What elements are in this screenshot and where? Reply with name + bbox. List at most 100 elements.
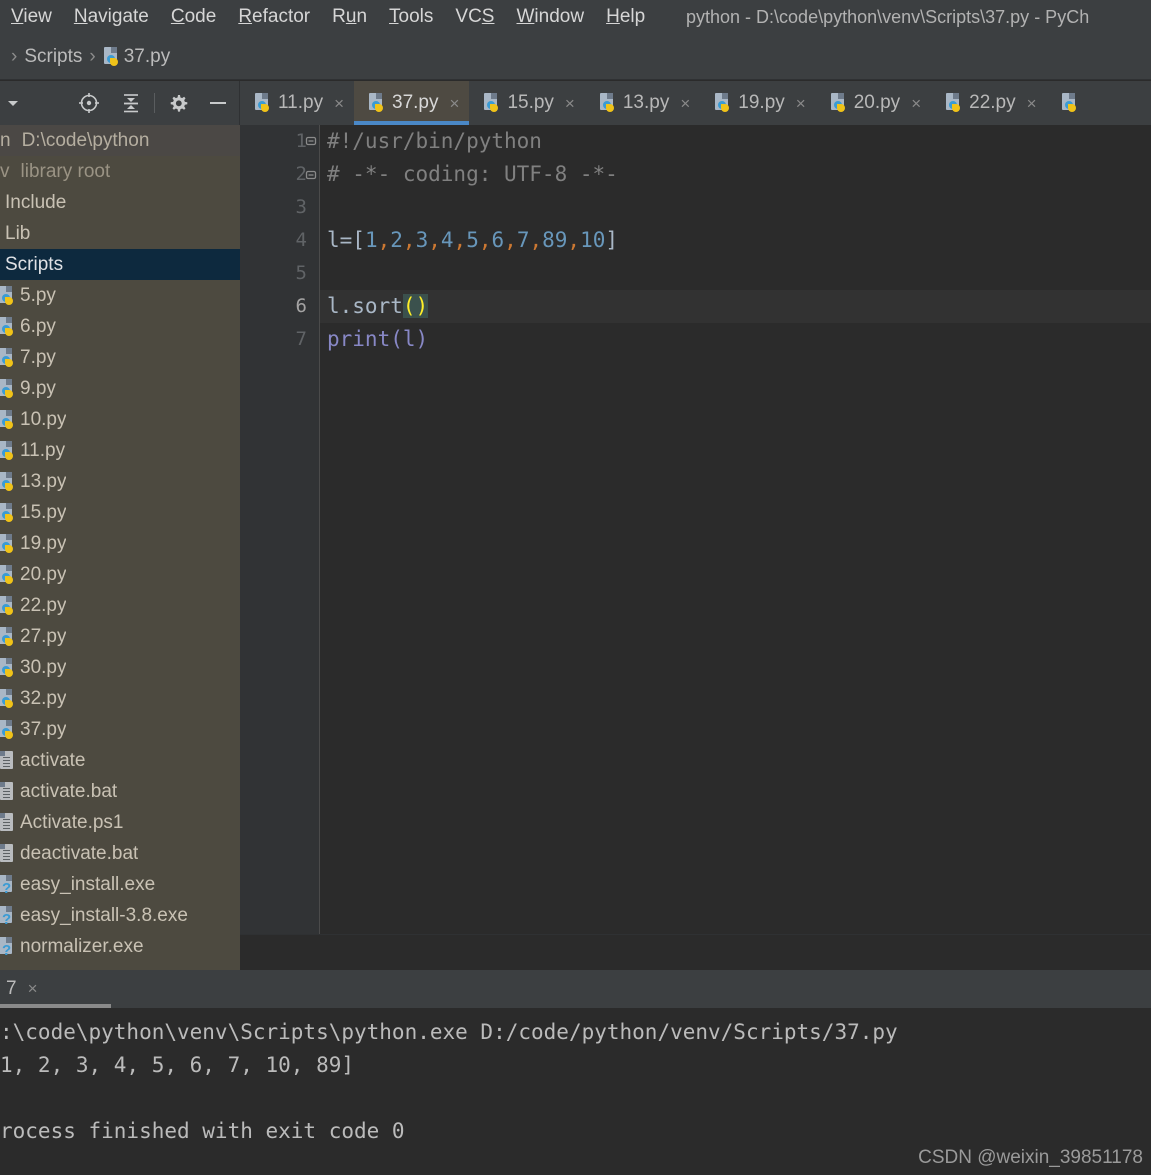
tree-item-label: Activate.ps1 [20,811,124,833]
menu-item-code[interactable]: Code [160,0,227,34]
menu-item-view[interactable]: View [0,0,63,34]
tree-item[interactable]: 5.py [0,280,240,311]
tree-item-label: 32.py [20,687,67,709]
tree-item-label: 20.py [20,563,67,585]
tree-item[interactable]: 15.py [0,497,240,528]
csdn-watermark: CSDN @weixin_39851178 [918,1147,1143,1168]
tree-item[interactable]: 19.py [0,528,240,559]
tree-item[interactable]: n D:\code\python [0,125,240,156]
editor-tab[interactable]: 11.py × [240,81,354,125]
close-icon[interactable]: × [680,95,690,112]
code-text: # -*- coding: UTF-8 -*- [327,162,618,186]
line-number[interactable]: 4 [240,224,320,257]
line-number[interactable]: 5 [240,257,320,290]
gear-icon[interactable] [161,81,195,125]
tree-item[interactable]: 37.py [0,714,240,745]
tree-item[interactable]: 7.py [0,342,240,373]
tree-item[interactable]: 30.py [0,652,240,683]
tree-item[interactable]: 32.py [0,683,240,714]
editor-tab[interactable]: 19.py × [700,81,815,125]
locate-target-icon[interactable] [72,81,106,125]
breadcrumb-file[interactable]: 37.py [124,46,170,68]
line-number[interactable]: 6 [240,290,320,323]
tree-item[interactable]: v library root [0,156,240,187]
tree-item[interactable]: 27.py [0,621,240,652]
line-number[interactable]: 3 [240,191,320,224]
tree-item[interactable]: 13.py [0,466,240,497]
code-content[interactable]: #!/usr/bin/python # -*- coding: UTF-8 -*… [320,125,1151,935]
editor-tab-bar[interactable]: 11.py × 37.py × 15.py × 13.py × 19.py × 20.py × 22.p… [240,81,1151,125]
tree-item[interactable]: Scripts [0,249,240,280]
fold-markers[interactable] [302,125,320,191]
menu-item-tools[interactable]: Tools [378,0,444,34]
close-icon[interactable]: × [911,95,921,112]
tree-item[interactable]: activate.bat [0,776,240,807]
code-line-6: l.sort() [320,290,1151,323]
editor-gutter[interactable]: 1234567 [240,125,320,935]
tree-item[interactable]: 9.py [0,373,240,404]
menu-item-help[interactable]: Help [595,0,656,34]
tree-item-label: 7.py [20,346,56,368]
python-file-icon [103,46,120,67]
menu-item-refactor[interactable]: Refactor [227,0,321,34]
tree-expand-arrow[interactable]: n [0,130,11,152]
project-toolbar [0,81,240,125]
tree-item[interactable]: deactivate.bat [0,838,240,869]
close-icon[interactable]: × [1027,95,1037,112]
run-tab-label: 7 [6,978,17,999]
tree-expand-arrow[interactable]: v [0,161,10,183]
tree-item[interactable]: 10.py [0,404,240,435]
tree-item[interactable]: ? normalizer.exe [0,931,240,962]
tree-item[interactable]: Lib [0,218,240,249]
python-file-icon [254,93,271,113]
code-line-2: # -*- coding: UTF-8 -*- [320,158,1151,191]
run-tab[interactable]: 7 × [0,970,44,1008]
python-file-icon [0,409,15,430]
close-icon[interactable]: × [796,95,806,112]
chevron-down-icon[interactable] [0,81,26,125]
tree-item[interactable]: 20.py [0,559,240,590]
tree-item[interactable]: 22.py [0,590,240,621]
editor-tab[interactable]: 15.py × [469,81,584,125]
tree-item[interactable]: 6.py [0,311,240,342]
hide-panel-icon[interactable] [201,81,235,125]
python-file-icon [0,688,15,709]
breadcrumb-folder[interactable]: Scripts [24,46,82,68]
editor-tab[interactable]: 22.py × [931,81,1046,125]
close-icon[interactable]: × [334,95,344,112]
fold-collapse-icon [305,136,317,145]
close-icon[interactable]: × [565,95,575,112]
menu-item-window[interactable]: Window [505,0,595,34]
python-file-icon [0,533,15,554]
tree-item[interactable]: ? easy_install.exe [0,869,240,900]
editor-tab[interactable]: 37.py × [354,81,470,125]
list-value: 7 [516,228,530,252]
editor-tab-partial[interactable] [1047,81,1088,125]
run-tool-window-tabs[interactable]: 7 × [0,970,1151,1008]
tree-item-label: 27.py [20,625,67,647]
python-file-icon [0,440,15,461]
tree-item[interactable]: ? easy_install-3.8.exe [0,900,240,931]
tree-item[interactable]: activate [0,745,240,776]
editor-tab[interactable]: 20.py × [816,81,931,125]
code-line-7: print(l) [327,327,429,351]
text-file-icon [0,843,15,864]
close-icon[interactable]: × [450,95,460,112]
python-file-icon [0,626,15,647]
menu-item-navigate[interactable]: Navigate [63,0,160,34]
tree-item[interactable]: Activate.ps1 [0,807,240,838]
close-icon[interactable]: × [28,979,38,999]
tree-item[interactable]: Include [0,187,240,218]
tree-item[interactable]: 11.py [0,435,240,466]
editor-tab[interactable]: 13.py × [585,81,700,125]
code-editor[interactable]: 1234567 #!/usr/bin/python # -*- coding: … [240,125,1151,935]
tree-item-label: 5.py [20,284,56,306]
collapse-all-icon[interactable] [114,81,148,125]
menu-item-run[interactable]: Run [321,0,378,34]
editor-tab-label: 15.py [507,92,554,113]
project-tree[interactable]: n D:\code\python v library root Include Lib Sc… [0,125,240,970]
line-number[interactable]: 7 [240,323,320,356]
menu-item-vcs[interactable]: VCS [444,0,505,34]
editor-tab-label: 13.py [622,92,670,113]
